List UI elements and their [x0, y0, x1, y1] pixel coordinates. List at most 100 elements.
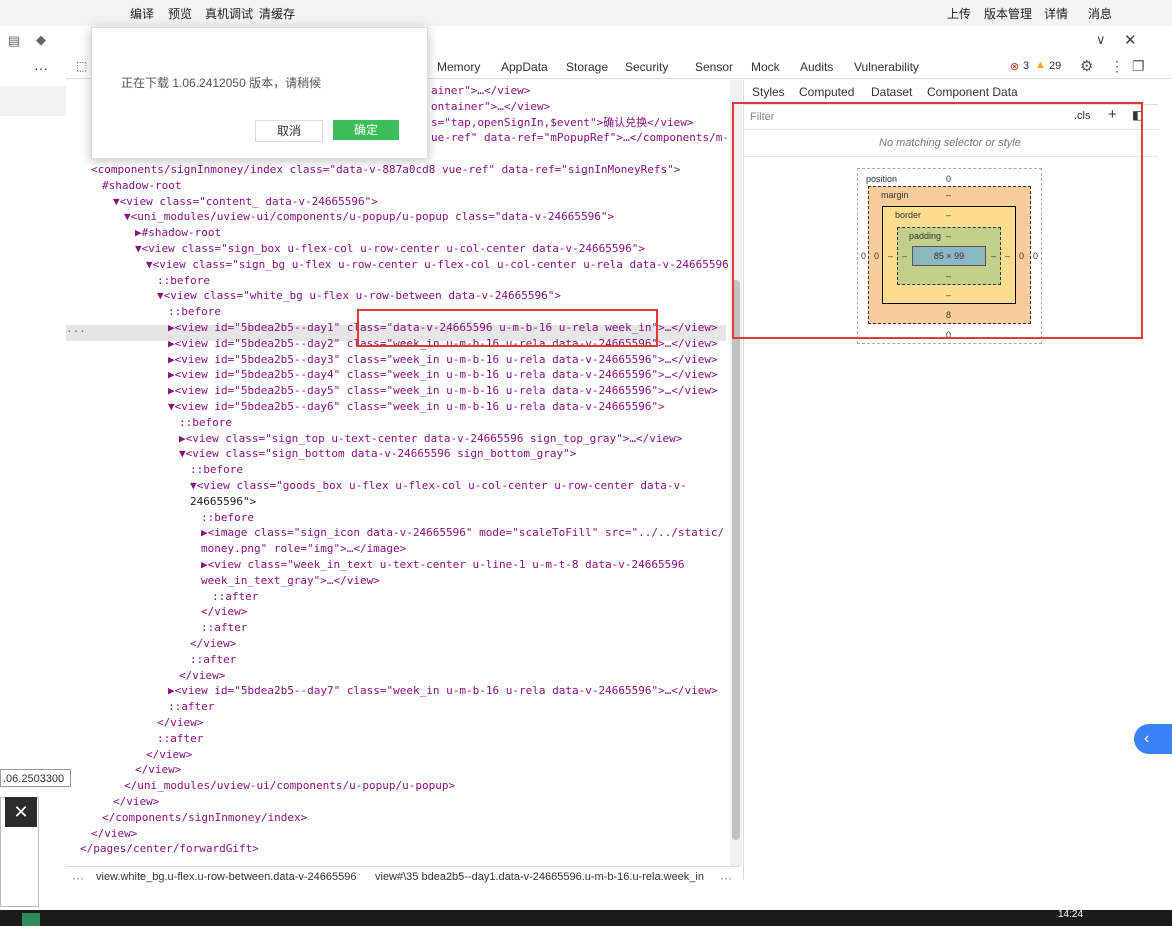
- tree-line[interactable]: ainer">…</view>: [431, 83, 530, 99]
- gear-icon[interactable]: ⚙: [1080, 57, 1093, 75]
- tree-line[interactable]: ▶<view id="5bdea2b5--day7" class="week_i…: [168, 683, 718, 699]
- tree-line[interactable]: </view>: [113, 794, 159, 810]
- tree-line[interactable]: ▼<uni_modules/uview-ui/components/u-popu…: [124, 209, 614, 225]
- confirm-button[interactable]: 确定: [333, 120, 399, 140]
- tree-line[interactable]: <components/signInmoney/index class="dat…: [91, 162, 680, 178]
- tree-line[interactable]: ▶#shadow-root: [135, 225, 221, 241]
- menu-preview[interactable]: 预览: [168, 5, 192, 22]
- tree-line[interactable]: ▼<view class="goods_box u-flex u-flex-co…: [190, 478, 687, 494]
- tree-line[interactable]: </view>: [146, 747, 192, 763]
- tree-line[interactable]: ▶<view id="5bdea2b5--day3" class="week_i…: [168, 352, 718, 368]
- collapse-arrow-icon[interactable]: ‹: [1134, 724, 1172, 754]
- warning-icon[interactable]: ▲: [1035, 59, 1046, 71]
- tree-line[interactable]: money.png" role="img">…</image>: [201, 541, 406, 557]
- menu-clear-cache[interactable]: 清缓存: [259, 5, 295, 22]
- tab-appdata[interactable]: AppData: [501, 60, 548, 74]
- tree-line[interactable]: ontainer">…</view>: [431, 99, 550, 115]
- row-options-icon[interactable]: ···: [66, 325, 86, 338]
- left-panel-row: [0, 86, 66, 116]
- tree-line[interactable]: ::after: [157, 731, 203, 747]
- tab-sensor[interactable]: Sensor: [695, 60, 733, 74]
- tree-line[interactable]: ▶<image class="sign_icon data-v-24665596…: [201, 525, 724, 541]
- menu-details[interactable]: 详情: [1044, 5, 1068, 22]
- more-icon[interactable]: ···: [34, 60, 48, 76]
- tree-line[interactable]: </components/signInmoney/index>: [102, 810, 307, 826]
- tab-audits[interactable]: Audits: [800, 60, 833, 74]
- tab-storage[interactable]: Storage: [566, 60, 608, 74]
- breadcrumb-overflow-icon[interactable]: ···: [720, 871, 732, 885]
- tab-styles[interactable]: Styles: [752, 85, 785, 99]
- tab-mock[interactable]: Mock: [751, 60, 780, 74]
- tree-line[interactable]: ::before: [179, 415, 232, 431]
- tree-line[interactable]: ▼<view class="sign_box u-flex-col u-row-…: [135, 241, 645, 257]
- breadcrumb-item[interactable]: view#\35 bdea2b5--day1.data-v-24665596.u…: [375, 871, 704, 883]
- tree-line[interactable]: ::before: [157, 273, 210, 289]
- tree-line[interactable]: ▼<view class="white_bg u-flex u-row-betw…: [157, 288, 561, 304]
- tab-component-data[interactable]: Component Data: [927, 85, 1018, 99]
- docker-icon[interactable]: ◆: [36, 32, 46, 48]
- close-icon[interactable]: ✕: [1124, 31, 1137, 49]
- tree-line[interactable]: s="tap,openSignIn,$event">确认兑换</view>: [431, 115, 694, 131]
- tree-line[interactable]: ::after: [190, 652, 236, 668]
- breadcrumb-more-icon[interactable]: ···: [72, 871, 84, 885]
- tree-line[interactable]: ▶<view class="week_in_text u-text-center…: [201, 557, 684, 573]
- tree-line[interactable]: ▶<view id="5bdea2b5--day4" class="week_i…: [168, 367, 718, 383]
- breadcrumb: ··· view.white_bg.u-flex.u-row-between.d…: [66, 866, 740, 887]
- tree-line[interactable]: </view>: [157, 715, 203, 731]
- tree-line[interactable]: ▼<view class="sign_bg u-flex u-row-cente…: [146, 257, 730, 273]
- left-side-panel: ···: [0, 56, 67, 886]
- tree-line[interactable]: </pages/center/forwardGift>: [80, 841, 259, 857]
- breadcrumb-item[interactable]: view.white_bg.u-flex.u-row-between.data-…: [96, 871, 357, 883]
- highlight-box-boxmodel: [732, 102, 1143, 339]
- chevron-down-icon[interactable]: ∨: [1096, 32, 1106, 48]
- save-icon[interactable]: ▤: [8, 33, 20, 49]
- tree-line[interactable]: </view>: [91, 826, 137, 842]
- tree-line[interactable]: ::after: [212, 589, 258, 605]
- tab-memory[interactable]: Memory: [437, 60, 480, 74]
- cancel-button[interactable]: 取消: [255, 120, 323, 142]
- elements-tree[interactable]: ainer">…</view> ontainer">…</view> s="tap,…: [66, 80, 730, 866]
- tree-line[interactable]: 24665596">: [190, 494, 256, 510]
- menu-version-manage[interactable]: 版本管理: [984, 5, 1032, 22]
- close-icon[interactable]: ✕: [5, 797, 37, 827]
- tree-scrollbar-thumb[interactable]: [732, 280, 740, 840]
- tree-line[interactable]: ▼<view id="5bdea2b5--day6" class="week_i…: [168, 399, 665, 415]
- version-tooltip: .06.2503300: [0, 769, 71, 787]
- tree-line[interactable]: ue-ref" data-ref="mPopupRef">…</componen…: [431, 130, 729, 146]
- tree-line[interactable]: ::after: [201, 620, 247, 636]
- menu-real-debug[interactable]: 真机调试: [205, 5, 253, 22]
- tree-line[interactable]: ::after: [168, 699, 214, 715]
- error-count[interactable]: 3: [1023, 60, 1029, 72]
- taskbar: 14:24: [0, 909, 1172, 926]
- menu-upload[interactable]: 上传: [947, 5, 971, 22]
- tree-line[interactable]: ▶<view id="5bdea2b5--day5" class="week_i…: [168, 383, 718, 399]
- tree-line[interactable]: </view>: [201, 604, 247, 620]
- dock-icon[interactable]: ❐: [1132, 58, 1145, 75]
- tab-computed[interactable]: Computed: [799, 85, 854, 99]
- tab-vulnerability[interactable]: Vulnerability: [854, 60, 919, 74]
- error-icon[interactable]: ⊗: [1010, 60, 1019, 73]
- tab-dataset[interactable]: Dataset: [871, 85, 912, 99]
- tree-line[interactable]: </view>: [190, 636, 236, 652]
- inspect-icon[interactable]: ⬚: [76, 59, 87, 73]
- tree-line[interactable]: week_in_text_gray">…</view>: [201, 573, 380, 589]
- tree-line[interactable]: </uni_modules/uview-ui/components/u-popu…: [124, 778, 455, 794]
- tree-line[interactable]: </view>: [135, 762, 181, 778]
- tree-line[interactable]: ::before: [168, 304, 221, 320]
- tree-line[interactable]: </view>: [179, 668, 225, 684]
- download-dialog: 正在下载 1.06.2412050 版本，请稍候 取消 确定: [91, 27, 428, 159]
- menu-compile[interactable]: 编译: [130, 5, 154, 22]
- tree-line[interactable]: ▼<view class="sign_bottom data-v-2466559…: [179, 446, 576, 462]
- tree-line[interactable]: ▼<view class="content_ data-v-24665596">: [113, 194, 378, 210]
- app-icon[interactable]: [22, 913, 40, 926]
- top-menu-bar: 编译 预览 真机调试 清缓存 上传 版本管理 详情 消息: [0, 0, 1172, 26]
- tab-security[interactable]: Security: [625, 60, 668, 74]
- tree-line[interactable]: ::before: [201, 510, 254, 526]
- tree-line[interactable]: #shadow-root: [102, 178, 181, 194]
- download-message: 正在下载 1.06.2412050 版本，请稍候: [121, 76, 322, 90]
- menu-messages[interactable]: 消息: [1088, 5, 1112, 22]
- warning-count[interactable]: 29: [1049, 60, 1061, 72]
- tree-line[interactable]: ::before: [190, 462, 243, 478]
- kebab-menu-icon[interactable]: ⋮: [1110, 58, 1124, 75]
- tree-line[interactable]: ▶<view class="sign_top u-text-center dat…: [179, 431, 682, 447]
